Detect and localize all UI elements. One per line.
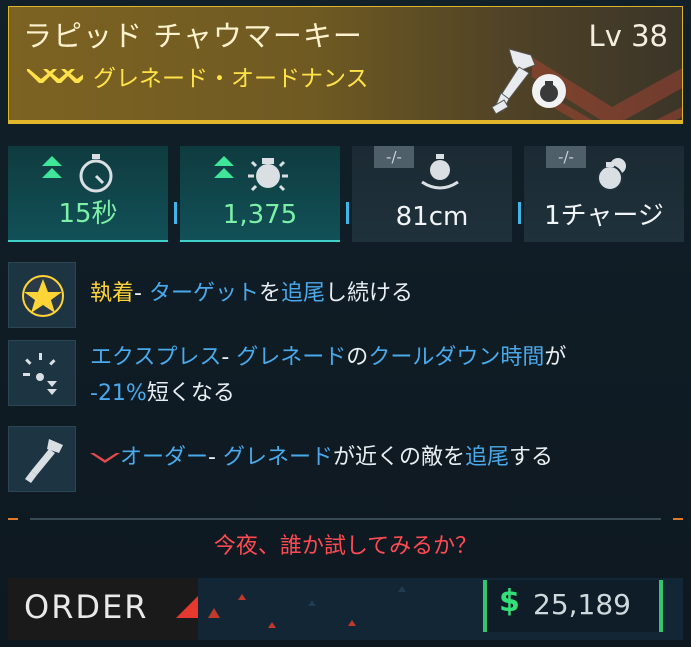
- perk-icon-box: [8, 340, 76, 406]
- perk-row[interactable]: オーダー- グレネードが近くの敵を追尾する: [8, 426, 683, 492]
- perk-desc: が: [544, 345, 567, 370]
- perk-icon-box: [8, 262, 76, 328]
- star-badge-icon: [22, 275, 64, 317]
- stats-row: 15秒 1,375 -/- 81cm -/- 1チャージ: [8, 146, 684, 242]
- perk-keyword: グレネード: [236, 345, 347, 370]
- perk-desc: が近くの敵を: [332, 445, 465, 470]
- section-divider: [8, 518, 683, 520]
- perk-row[interactable]: エクスプレス- グレネードのクールダウン時間が -21%短くなる: [8, 340, 683, 412]
- item-header: ラピッド チャウマーキー グレネード・オードナンス Lv 38: [8, 6, 683, 124]
- perk-icon-box: [8, 426, 76, 492]
- item-level: Lv 38: [588, 19, 668, 53]
- perk-keyword: 追尾: [464, 445, 509, 470]
- perk-name: オーダー: [120, 445, 209, 470]
- perk-separator: -: [221, 345, 237, 370]
- item-type: グレネード・オードナンス: [93, 66, 369, 92]
- item-footer: ORDER $ 25,189: [8, 578, 683, 640]
- perk-keyword: グレネード: [222, 445, 333, 470]
- header-accent-line: [8, 120, 683, 124]
- stat-cooldown: 15秒: [8, 146, 168, 242]
- stopwatch-icon: [79, 154, 113, 193]
- perk-text: 執着- ターゲットを追尾し続ける: [90, 276, 413, 312]
- stat-damage-value: 1,375: [222, 200, 298, 230]
- cooldown-reduction-icon: [23, 353, 57, 395]
- perk-name: 執着: [90, 281, 135, 306]
- perk-row[interactable]: 執着- ターゲットを追尾し続ける: [8, 262, 683, 328]
- grenade-charges-icon: [597, 158, 626, 191]
- stat-up-arrow-icon: [214, 156, 234, 178]
- price-value: 25,189: [533, 588, 631, 621]
- stat-radius: -/- 81cm: [352, 146, 512, 242]
- perk-separator: -: [134, 281, 149, 306]
- order-chevron-icon: [90, 453, 120, 463]
- footer-pattern-decoration: [208, 586, 406, 628]
- stat-dash-indicator: -/-: [374, 146, 414, 168]
- perk-desc: 短くなる: [146, 381, 235, 406]
- perk-keyword: クールダウン時間: [368, 345, 545, 370]
- item-card: ラピッド チャウマーキー グレネード・オードナンス Lv 38 15秒 1,37…: [0, 0, 691, 647]
- manufacturer-logo: ORDER: [8, 578, 198, 640]
- perk-desc: し続ける: [325, 281, 414, 306]
- perk-keyword: ターゲット: [148, 281, 259, 306]
- perk-desc: する: [509, 445, 554, 470]
- stat-radius-value: 81cm: [395, 202, 469, 232]
- item-name: ラピッド チャウマーキー: [23, 19, 363, 53]
- grenade-blast-icon: [248, 158, 288, 192]
- manufacturer-mark-icon: [176, 596, 198, 618]
- perk-desc: の: [346, 345, 369, 370]
- stat-cooldown-value: 15秒: [58, 199, 118, 229]
- grenade-radius-icon: [421, 154, 459, 190]
- price-box: $ 25,189: [483, 580, 663, 632]
- perk-keyword: 追尾: [280, 281, 325, 306]
- stat-charges-value: 1チャージ: [544, 201, 664, 231]
- perk-separator: -: [208, 445, 223, 470]
- flavor-text: 今夜、誰か試してみるか？: [213, 534, 478, 559]
- stat-separator: [174, 202, 177, 224]
- perk-text: エクスプレス- グレネードのクールダウン時間が -21%短くなる: [90, 340, 566, 412]
- stat-separator: [518, 202, 521, 224]
- perk-text: オーダー- グレネードが近くの敵を追尾する: [90, 440, 553, 476]
- stat-up-arrow-icon: [42, 156, 62, 178]
- rarity-chevron-icon: [27, 69, 83, 83]
- stat-separator: [346, 202, 349, 224]
- manufacturer-name: ORDER: [24, 588, 149, 626]
- stat-charges: -/- 1チャージ: [524, 146, 684, 242]
- perk-desc: を: [258, 281, 281, 306]
- perk-keyword: -21%: [90, 381, 147, 406]
- perk-name: エクスプレス: [90, 345, 222, 370]
- currency-icon: $: [499, 584, 520, 619]
- grenade-launcher-perk-icon: [25, 439, 63, 483]
- stat-damage: 1,375: [180, 146, 340, 242]
- stat-dash-indicator: -/-: [546, 146, 586, 168]
- grenade-launcher-icon: [491, 48, 566, 115]
